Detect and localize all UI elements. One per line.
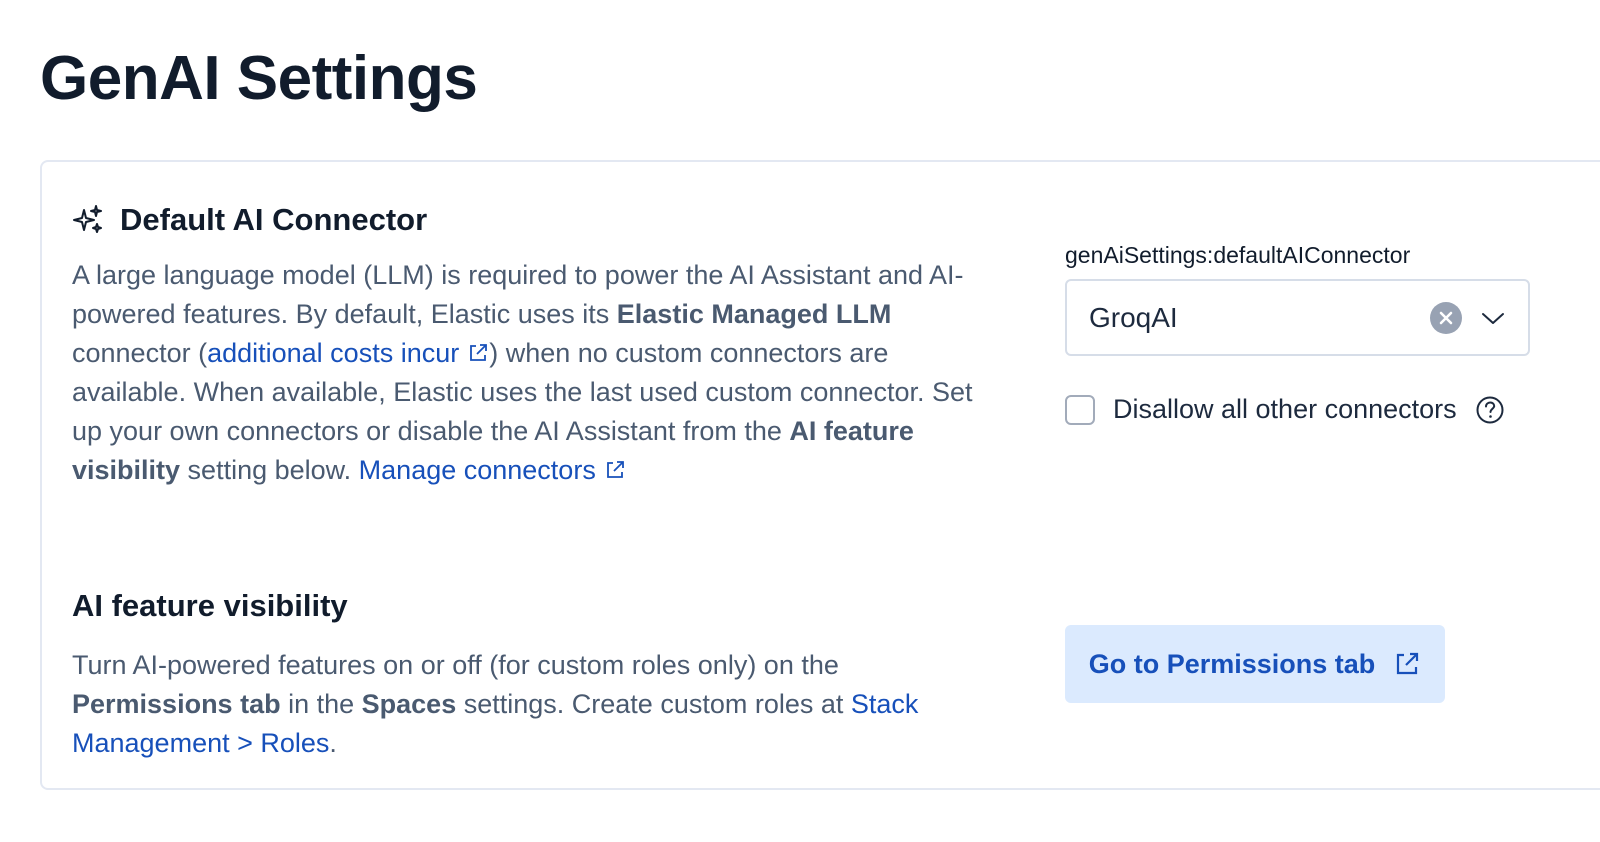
desc-text: settings. Create custom roles at	[456, 689, 851, 719]
desc-text: .	[329, 728, 337, 758]
default-connector-description: A large language model (LLM) is required…	[72, 256, 1002, 490]
manage-connectors-link-label: Manage connectors	[358, 455, 596, 485]
default-connector-title: Default AI Connector	[72, 200, 427, 240]
external-link-icon	[1397, 652, 1419, 675]
desc-text: setting below.	[180, 455, 359, 485]
desc-bold: Elastic Managed LLM	[616, 299, 892, 329]
disallow-connectors-checkbox[interactable]	[1065, 394, 1095, 425]
external-link-icon	[470, 344, 488, 361]
go-to-permissions-label: Go to Permissions tab	[1088, 648, 1376, 679]
default-connector-title-text: Default AI Connector	[120, 202, 428, 237]
feature-visibility-description: Turn AI-powered features on or off (for …	[72, 646, 1002, 763]
disallow-connectors-row: Disallow all other connectors	[1065, 394, 1505, 425]
connector-field-label: genAiSettings:defaultAIConnector	[1065, 242, 1411, 268]
clear-selection-button[interactable]	[1430, 301, 1462, 334]
additional-costs-link-label: additional costs incur	[207, 338, 460, 368]
connector-select[interactable]: GroqAI	[1065, 279, 1530, 356]
desc-bold: Spaces	[361, 689, 457, 719]
disallow-connectors-label[interactable]: Disallow all other connectors	[1113, 394, 1457, 425]
manage-connectors-link[interactable]: Manage connectors	[359, 455, 626, 485]
close-icon	[1439, 311, 1453, 324]
question-circle-icon[interactable]	[1475, 395, 1505, 425]
desc-text: connector (	[72, 338, 208, 368]
additional-costs-link[interactable]: additional costs incur	[207, 338, 489, 368]
desc-text: in the	[280, 689, 362, 719]
desc-text: Turn AI-powered features on or off (for …	[72, 650, 839, 680]
go-to-permissions-button[interactable]: Go to Permissions tab	[1065, 625, 1445, 703]
desc-bold: Permissions tab	[72, 689, 281, 719]
connector-select-value: GroqAI	[1089, 301, 1178, 333]
settings-panel: Default AI Connector A large language mo…	[40, 160, 1600, 790]
sparkles-icon	[73, 205, 102, 233]
external-link-icon	[606, 461, 624, 478]
page-title: GenAI Settings	[40, 44, 478, 113]
feature-visibility-title: AI feature visibility	[72, 588, 348, 623]
chevron-down-icon[interactable]	[1480, 305, 1506, 331]
